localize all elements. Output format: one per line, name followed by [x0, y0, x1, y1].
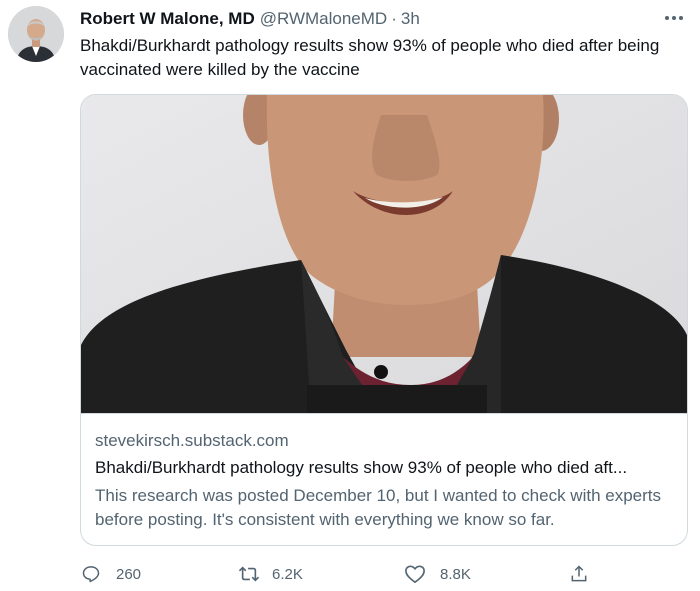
tweet-timestamp[interactable]: 3h: [401, 9, 420, 29]
retweet-icon: [238, 563, 260, 585]
card-domain: stevekirsch.substack.com: [95, 431, 289, 450]
more-options-icon[interactable]: [662, 8, 686, 28]
action-bar: 260 6.2K 8.8K: [80, 561, 600, 587]
link-preview-card[interactable]: stevekirsch.substack.com Bhakdi/Burkhard…: [80, 94, 688, 546]
author-handle[interactable]: @RWMaloneMD: [260, 9, 387, 29]
reply-count: 260: [116, 565, 142, 583]
card-body: stevekirsch.substack.com Bhakdi/Burkhard…: [95, 429, 677, 532]
card-image[interactable]: [81, 95, 687, 413]
author-name[interactable]: Robert W Malone, MD: [80, 9, 255, 29]
tweet-header: Robert W Malone, MD @RWMaloneMD · 3h: [80, 8, 420, 30]
share-icon: [568, 563, 590, 585]
card-divider: [81, 413, 687, 414]
separator-dot: ·: [391, 9, 397, 28]
like-button[interactable]: 8.8K: [404, 561, 471, 587]
tweet: Robert W Malone, MD @RWMaloneMD · 3h Bha…: [0, 0, 700, 591]
avatar[interactable]: [8, 6, 64, 62]
retweet-button[interactable]: 6.2K: [238, 561, 303, 587]
reply-button[interactable]: 260: [80, 561, 141, 587]
card-title: Bhakdi/Burkhardt pathology results show …: [95, 458, 628, 477]
retweet-count: 6.2K: [272, 565, 303, 583]
heart-icon: [404, 563, 426, 585]
share-button[interactable]: [568, 561, 590, 587]
like-count: 8.8K: [440, 565, 471, 583]
reply-icon: [80, 563, 102, 585]
tweet-text: Bhakdi/Burkhardt pathology results show …: [80, 36, 660, 79]
card-description: This research was posted December 10, bu…: [95, 486, 661, 529]
